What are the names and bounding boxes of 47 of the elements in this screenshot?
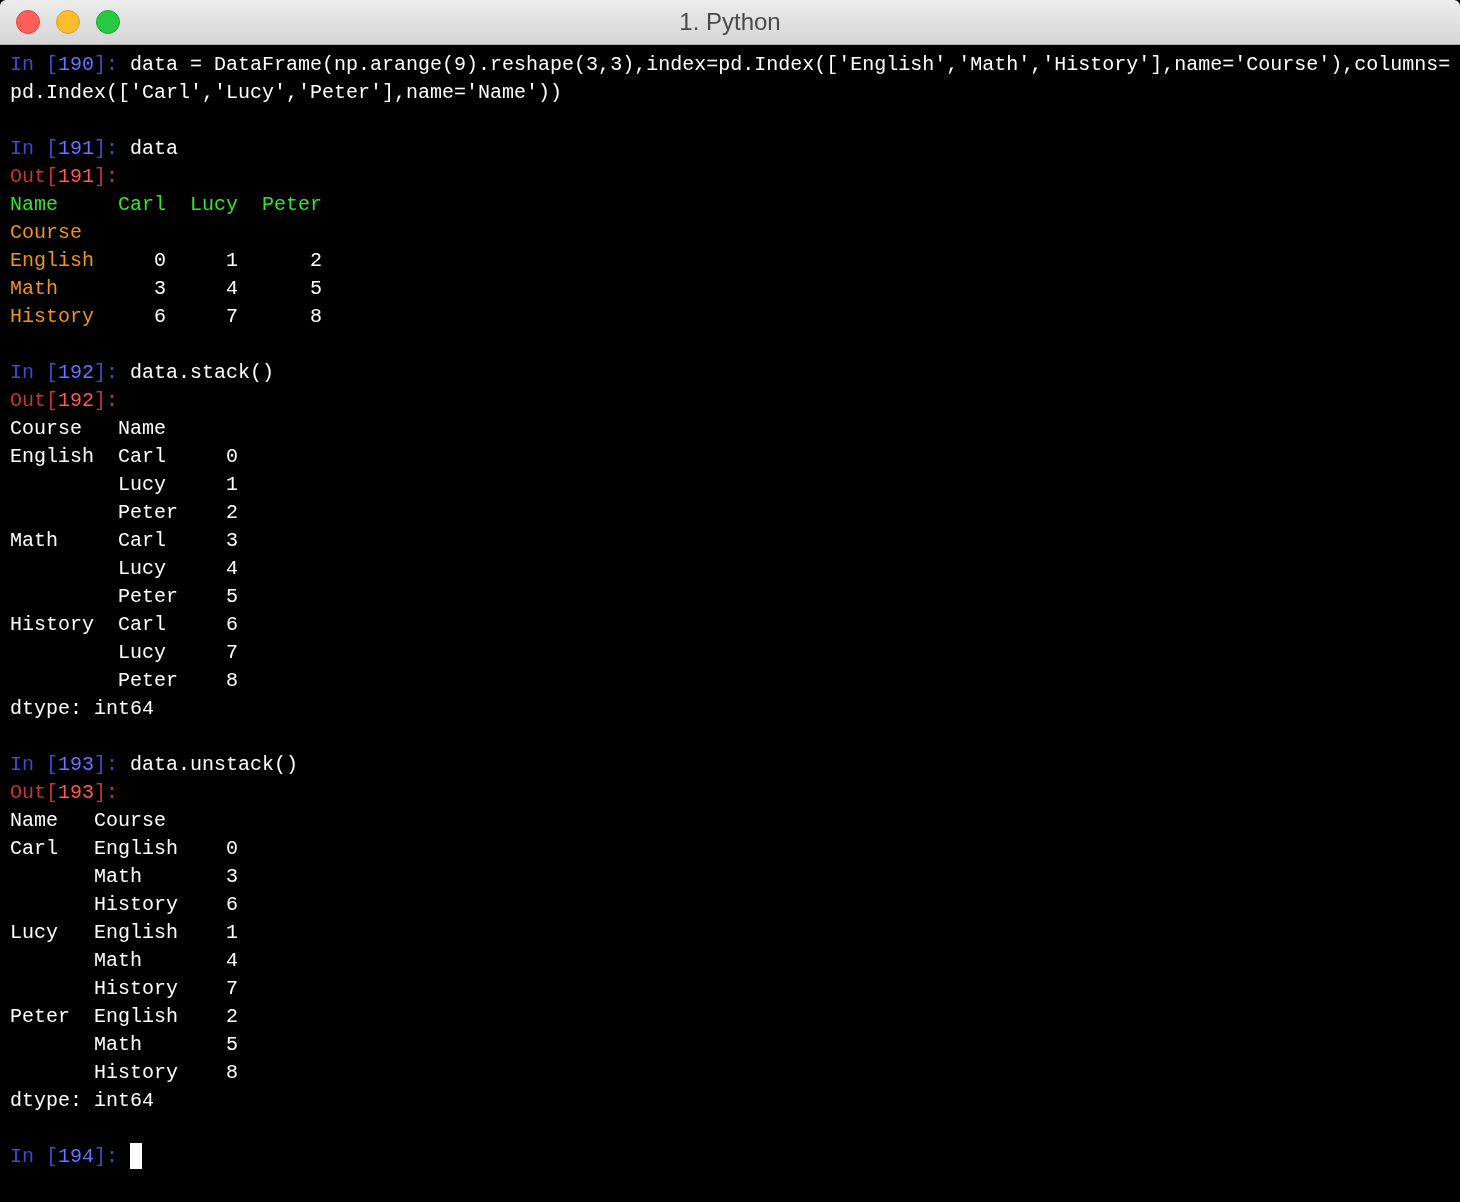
output-prompt: Out[191]: xyxy=(10,164,119,188)
output-text: 3 4 5 xyxy=(153,276,323,300)
input-prompt: In [191]: xyxy=(10,136,119,160)
minimize-button[interactable] xyxy=(56,10,80,34)
close-button[interactable] xyxy=(16,10,40,34)
output-text: History 7 xyxy=(93,976,239,1000)
zoom-button[interactable] xyxy=(96,10,120,34)
input-prompt: In [190]: xyxy=(10,52,119,76)
output-text: History Carl 6 xyxy=(10,612,239,636)
output-text: Lucy 7 xyxy=(117,640,239,664)
output-text: Lucy 1 xyxy=(117,472,239,496)
code-text: data = DataFrame(np.arange(9).reshape(3,3),index=pd.Index(['English','Math','History'],name='Course'),columns= xyxy=(130,52,1451,76)
output-text: Name Course xyxy=(10,808,167,832)
output-text: 6 7 8 xyxy=(153,304,323,328)
output-text: Lucy 4 xyxy=(117,556,239,580)
output-text: dtype: int64 xyxy=(10,1088,155,1112)
output-text: Math 5 xyxy=(93,1032,239,1056)
output-prompt: Out[192]: xyxy=(10,388,119,412)
output-text: Course Name xyxy=(10,416,167,440)
code-text: data xyxy=(130,136,179,160)
output-text: Peter 8 xyxy=(117,668,239,692)
output-text: Peter English 2 xyxy=(10,1004,239,1028)
code-text: data.stack() xyxy=(130,360,275,384)
output-prompt: Out[193]: xyxy=(10,780,119,804)
output-text: Carl English 0 xyxy=(10,836,239,860)
output-text: Math 3 xyxy=(93,864,239,888)
index-label: History xyxy=(10,304,94,328)
output-text: 0 1 2 xyxy=(153,248,323,272)
output-text: Math Carl 3 xyxy=(10,528,239,552)
output-text: English Carl 0 xyxy=(10,444,239,468)
output-text: dtype: int64 xyxy=(10,696,155,720)
code-text: data.unstack() xyxy=(130,752,299,776)
output-text: History 8 xyxy=(93,1060,239,1084)
output-text: History 6 xyxy=(93,892,239,916)
column-header: Name Carl Lucy Peter xyxy=(10,192,323,216)
output-text: Lucy English 1 xyxy=(10,920,239,944)
output-text: Peter 5 xyxy=(117,584,239,608)
input-prompt: In [192]: xyxy=(10,360,119,384)
output-text: Peter 2 xyxy=(117,500,239,524)
index-label: Course xyxy=(10,220,82,244)
window-title: 1. Python xyxy=(679,8,781,36)
index-label: Math xyxy=(10,276,58,300)
index-label: English xyxy=(10,248,94,272)
input-prompt: In [193]: xyxy=(10,752,119,776)
code-text: pd.Index(['Carl','Lucy','Peter'],name='Name')) xyxy=(10,80,563,104)
input-prompt: In [194]: xyxy=(10,1144,119,1168)
output-text: Math 4 xyxy=(93,948,239,972)
